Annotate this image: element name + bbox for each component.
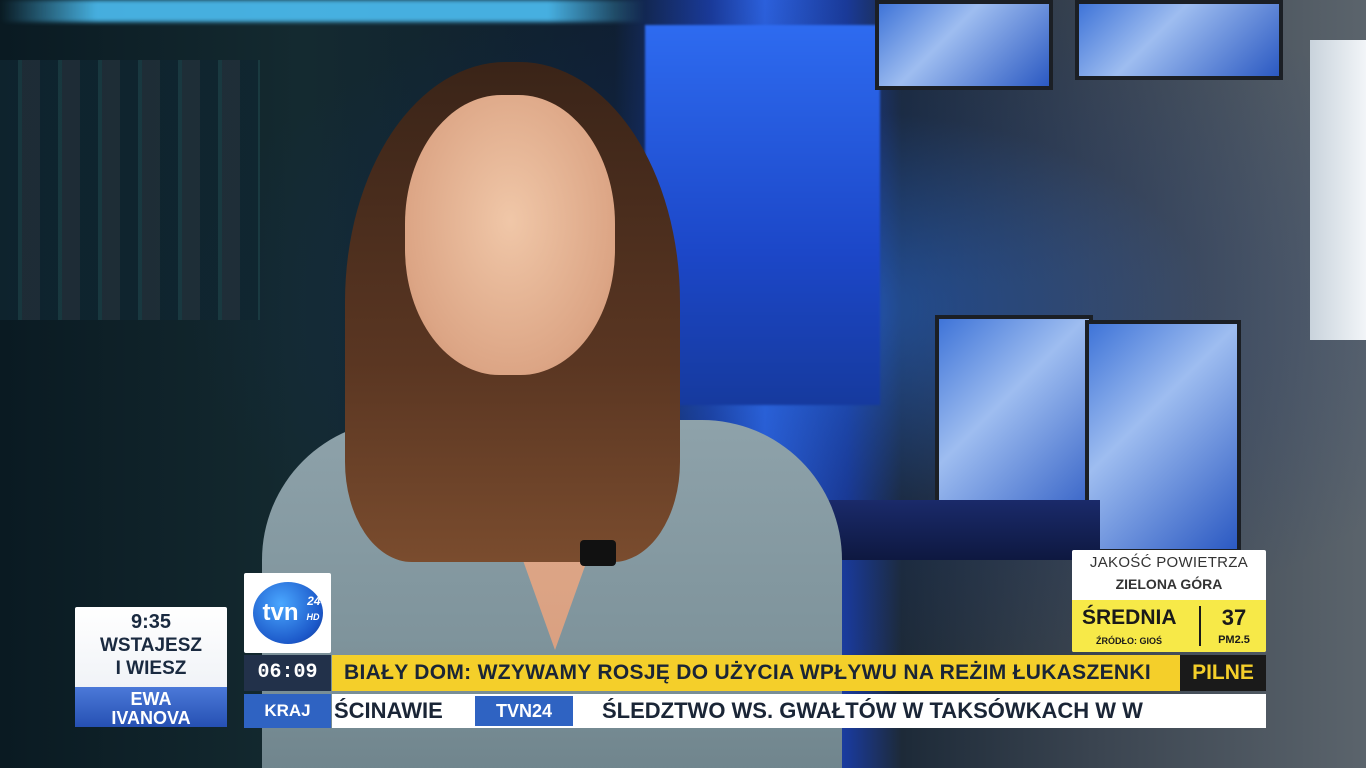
host-name-line2: IVANOVA: [111, 708, 191, 728]
show-title-line1: WSTAJESZ: [99, 635, 203, 656]
air-quality-value: 37: [1221, 605, 1247, 630]
program-clock-box: 9:35 WSTAJESZ I WIESZ EWA IVANOVA: [75, 607, 227, 727]
lower-third-time: 06:09: [244, 655, 331, 691]
air-quality-city: ZIELONA GÓRA: [1115, 576, 1223, 592]
host-name-line1: EWA: [130, 689, 172, 709]
blue-light-panel: [645, 25, 880, 405]
logo-text: tvn: [262, 599, 299, 626]
air-quality-unit: PM2.5: [1218, 634, 1250, 646]
breaking-headline: BIAŁY DOM: WZYWAMY ROSJĘ DO UŻYCIA WPŁYW…: [332, 655, 1180, 691]
logo-circle: tvn 24 HD: [252, 582, 323, 644]
air-quality-divider: [1199, 606, 1201, 646]
logo-number: 24: [307, 594, 321, 608]
air-quality-title: JAKOŚĆ POWIETRZA: [1089, 554, 1249, 571]
ticker-previous-item: ŚCINAWIE: [334, 698, 443, 723]
ceiling-monitor-right: [1075, 0, 1283, 80]
window-light: [1310, 40, 1366, 340]
air-quality-source: ŹRÓDŁO: GIOŚ: [1096, 636, 1162, 646]
breaking-flag: PILNE: [1180, 655, 1266, 691]
presenter-face: [405, 95, 615, 375]
ceiling-light-strip: [0, 0, 645, 22]
news-ticker: ŚCINAWIE TVN24 ŚLEDZTWO WS. GWAŁTÓW W TA…: [332, 694, 1266, 728]
video-wall: [0, 60, 260, 320]
host-name-box: EWA IVANOVA: [75, 687, 227, 727]
air-quality-level: ŚREDNIA: [1082, 606, 1177, 629]
air-quality-widget: JAKOŚĆ POWIETRZA ZIELONA GÓRA ŚREDNIA ŹR…: [1072, 550, 1266, 652]
clock-time: 9:35: [130, 611, 172, 633]
broadcast-frame: 9:35 WSTAJESZ I WIESZ EWA IVANOVA tvn 24…: [0, 0, 1366, 768]
desk-monitor-right: [1085, 320, 1241, 553]
ceiling-monitor-left: [875, 0, 1053, 90]
ticker-current-item: ŚLEDZTWO WS. GWAŁTÓW W TAKSÓWKACH W W: [602, 698, 1143, 723]
lapel-microphone: [580, 540, 616, 566]
ticker-section-label: KRAJ: [244, 694, 331, 728]
studio-desk: [800, 500, 1100, 560]
channel-logo: tvn 24 HD: [244, 573, 331, 653]
ticker-separator-badge: TVN24: [475, 696, 573, 726]
show-title-line2: I WIESZ: [115, 658, 187, 679]
logo-hd-badge: HD: [306, 612, 320, 622]
